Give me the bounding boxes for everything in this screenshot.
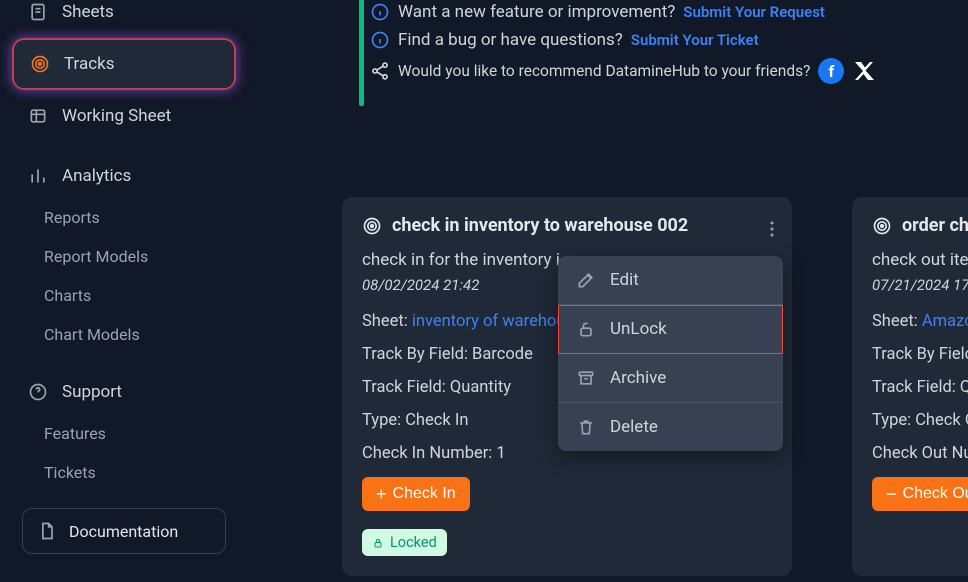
target-icon (362, 216, 382, 236)
target-icon (872, 216, 892, 236)
card-sheet-row: Sheet: Amazon (872, 312, 968, 331)
sidebar-item-charts[interactable]: Charts (0, 276, 248, 315)
delete-icon (576, 417, 596, 437)
locked-badge: Locked (362, 529, 447, 556)
cta-bug: Find a bug or have questions? Submit You… (364, 26, 968, 54)
sidebar-item-chart-models[interactable]: Chart Models (0, 315, 248, 354)
sheets-icon (28, 2, 48, 22)
tracks-icon (30, 54, 50, 74)
sidebar-item-tickets[interactable]: Tickets (0, 453, 248, 492)
sheet-link[interactable]: Amazon (922, 312, 968, 331)
sidebar-item-reports[interactable]: Reports (0, 198, 248, 237)
dropdown-unlock[interactable]: UnLock (558, 305, 783, 354)
dropdown-edit[interactable]: Edit (558, 256, 783, 305)
sidebar-item-documentation[interactable]: Documentation (22, 508, 226, 554)
cta-share: Would you like to recommend DatamineHub … (364, 54, 968, 88)
archive-icon (576, 368, 596, 388)
sidebar-item-working-sheet[interactable]: Working Sheet (0, 94, 248, 138)
facebook-icon[interactable]: f (818, 58, 844, 84)
card-type-row: Type: Check Ou (872, 411, 968, 430)
sidebar-item-tracks[interactable]: Tracks (14, 40, 234, 88)
submit-request-link[interactable]: Submit Your Request (683, 3, 825, 21)
support-icon (28, 382, 48, 402)
card-trackby-row: Track By Field: S (872, 345, 968, 364)
analytics-icon (28, 166, 48, 186)
card-dropdown-menu: Edit UnLock Archive Delete (558, 256, 783, 451)
working-sheet-icon (28, 106, 48, 126)
dropdown-delete[interactable]: Delete (558, 403, 783, 451)
sidebar-label: Sheets (62, 2, 114, 22)
submit-ticket-link[interactable]: Submit Your Ticket (631, 31, 759, 49)
check-out-button[interactable]: − Check Out (872, 477, 968, 511)
more-button[interactable] (766, 217, 778, 245)
card-trackfield-row: Track Field: Qua (872, 378, 968, 397)
dropdown-archive[interactable]: Archive (558, 354, 783, 403)
card-description: check out item (872, 250, 968, 270)
unlock-icon (576, 319, 596, 339)
card-date: 07/21/2024 17:3 (872, 276, 968, 294)
cta-feature: Want a new feature or improvement? Submi… (364, 0, 968, 26)
minus-icon: − (886, 485, 897, 503)
card-title: check in inventory to warehouse 002 (392, 215, 688, 236)
x-twitter-icon[interactable] (852, 59, 876, 83)
sidebar-item-features[interactable]: Features (0, 414, 248, 453)
card-number-row: Check Out Num (872, 444, 968, 463)
sidebar-label: Working Sheet (62, 106, 171, 126)
sidebar-item-analytics[interactable]: Analytics (0, 154, 248, 198)
sidebar-item-sheets[interactable]: Sheets (0, 0, 248, 34)
check-in-button[interactable]: + Check In (362, 477, 470, 511)
info-icon (370, 2, 390, 22)
sidebar-label: Support (62, 382, 122, 402)
track-card: order che check out item 07/21/2024 17:3… (852, 197, 968, 576)
document-icon (37, 521, 57, 541)
share-icon (370, 61, 390, 81)
sidebar-item-support[interactable]: Support (0, 370, 248, 414)
info-icon (370, 30, 390, 50)
sidebar-label: Documentation (69, 522, 178, 541)
card-title: order che (902, 215, 968, 236)
sidebar-item-report-models[interactable]: Report Models (0, 237, 248, 276)
sidebar-label: Tracks (64, 54, 115, 74)
sidebar: Sheets Tracks Working Sheet Analytics Re… (0, 0, 248, 582)
sidebar-label: Analytics (62, 166, 131, 186)
plus-icon: + (376, 485, 387, 503)
edit-icon (576, 270, 596, 290)
